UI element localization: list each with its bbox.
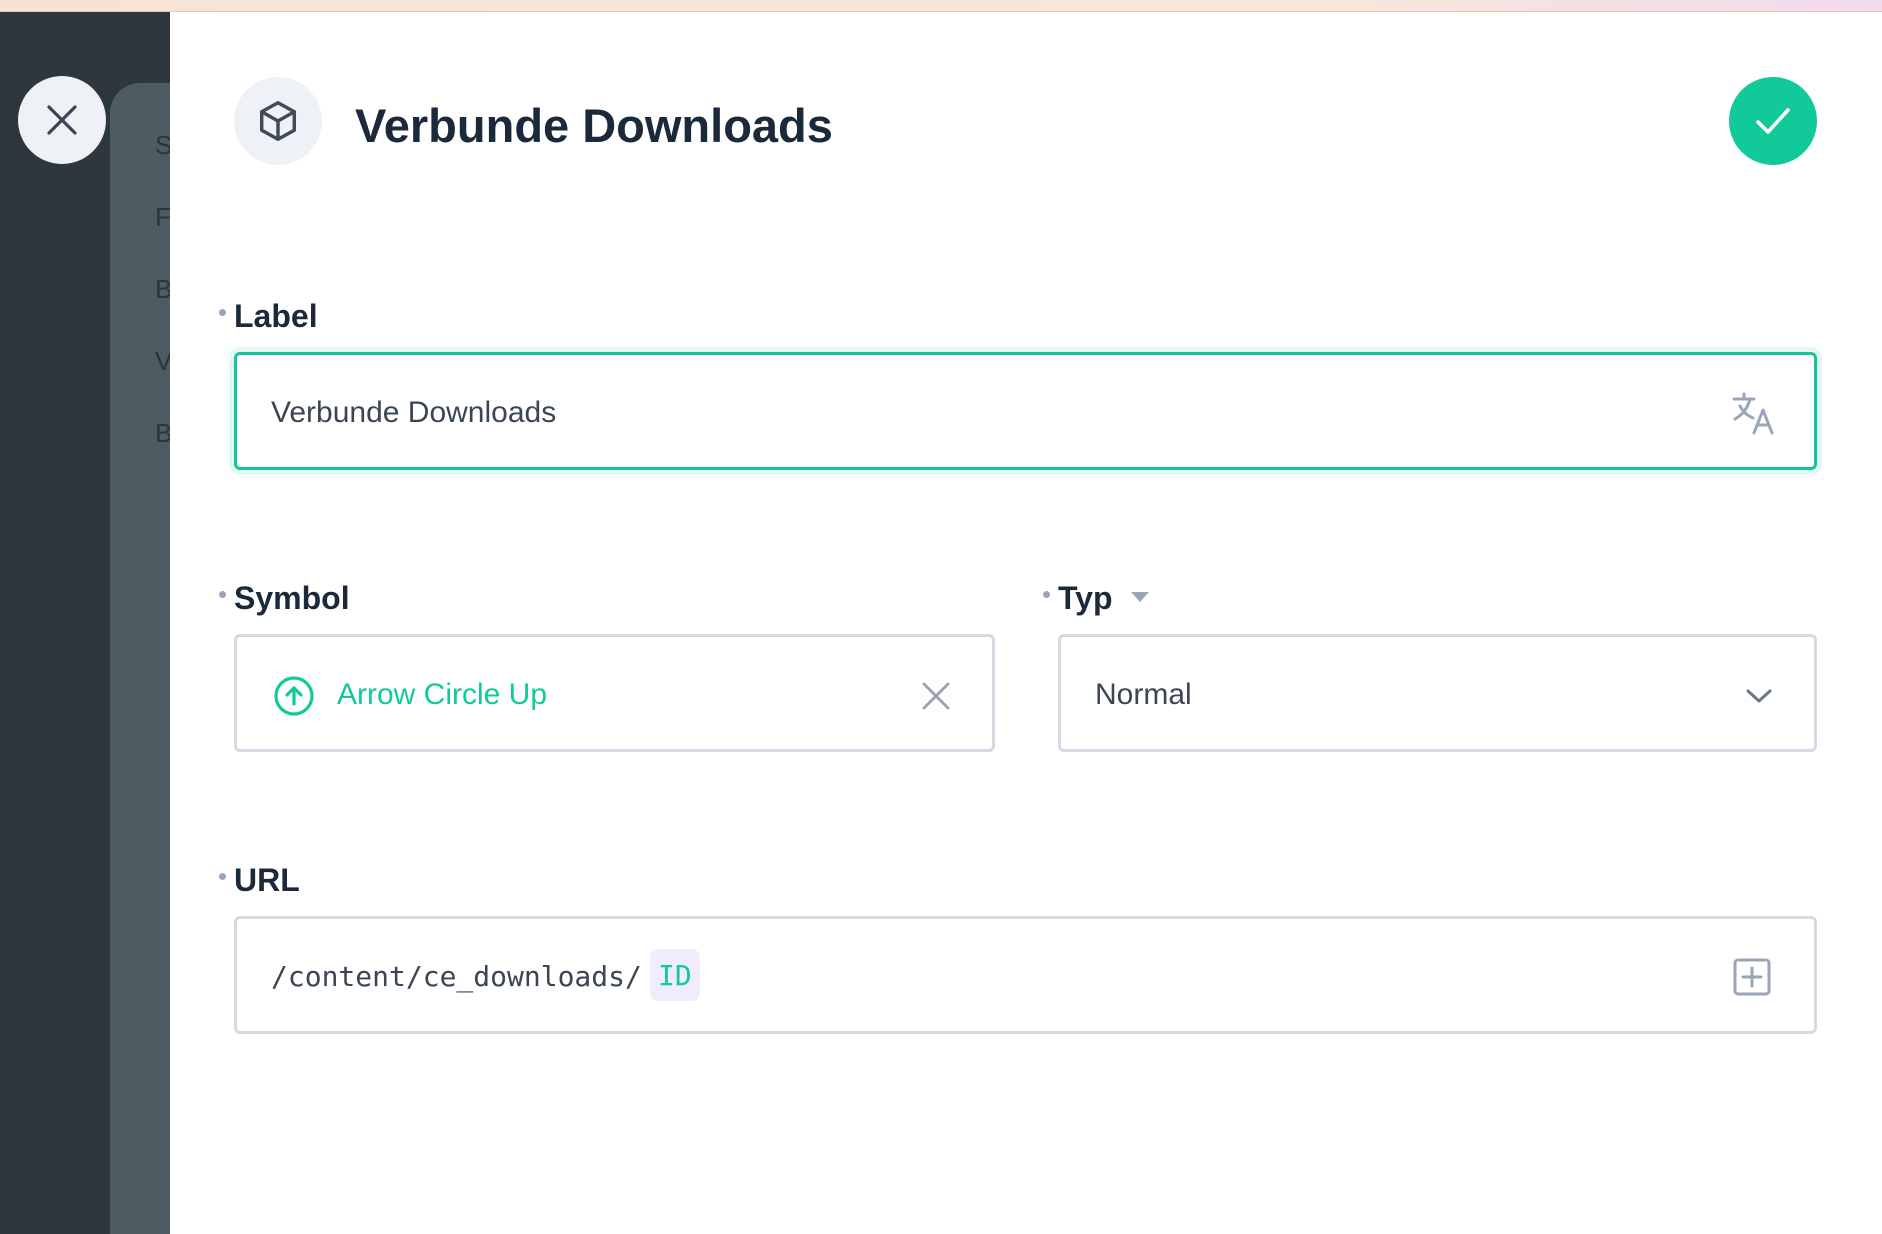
translate-icon [1732,392,1774,435]
background-menu-item: F [155,202,171,232]
confirm-button[interactable] [1729,77,1817,165]
label-field-label: Label [234,298,318,334]
edit-drawer: Verbunde Downloads Label Verbunde Downlo… [170,12,1882,1234]
clear-icon [922,682,950,710]
type-field-label: Typ [1058,580,1113,616]
symbol-preview [273,675,315,717]
caret-down-icon [1131,592,1149,602]
type-dropdown-toggle[interactable] [1745,682,1773,710]
field-marker-dot [219,309,226,316]
field-marker-dot [1043,591,1050,598]
check-icon [1756,108,1790,134]
url-id-token[interactable]: ID [650,949,700,1001]
url-input[interactable]: /content/ce_downloads/ ID [234,916,1817,1034]
type-select[interactable]: Normal [1058,634,1817,752]
type-selected-value: Normal [1095,678,1192,711]
symbol-field-label: Symbol [234,580,350,616]
field-marker-dot [219,873,226,880]
browser-top-strip [0,0,1882,12]
translate-button[interactable] [1731,391,1777,437]
close-button[interactable] [18,76,106,164]
label-input[interactable]: Verbunde Downloads [234,352,1817,470]
symbol-value: Arrow Circle Up [337,678,548,711]
symbol-clear-button[interactable] [919,679,953,713]
close-icon [47,105,77,135]
cube-icon [259,101,297,141]
label-input-value: Verbunde Downloads [271,396,557,429]
url-add-token-button[interactable] [1731,956,1773,998]
type-label-toggle[interactable] [1130,590,1150,604]
add-square-icon [1733,958,1771,996]
chevron-down-icon [1746,689,1772,703]
symbol-picker[interactable]: Arrow Circle Up [234,634,995,752]
page-title: Verbunde Downloads [355,99,833,152]
field-marker-dot [219,591,226,598]
url-field-label: URL [234,862,300,898]
arrow-circle-up-icon [274,676,314,716]
url-value: /content/ce_downloads/ [271,960,642,993]
screen: S F B V B Verbunde Downloads Label Verbu… [0,0,1882,1234]
header-icon-badge [234,77,322,165]
